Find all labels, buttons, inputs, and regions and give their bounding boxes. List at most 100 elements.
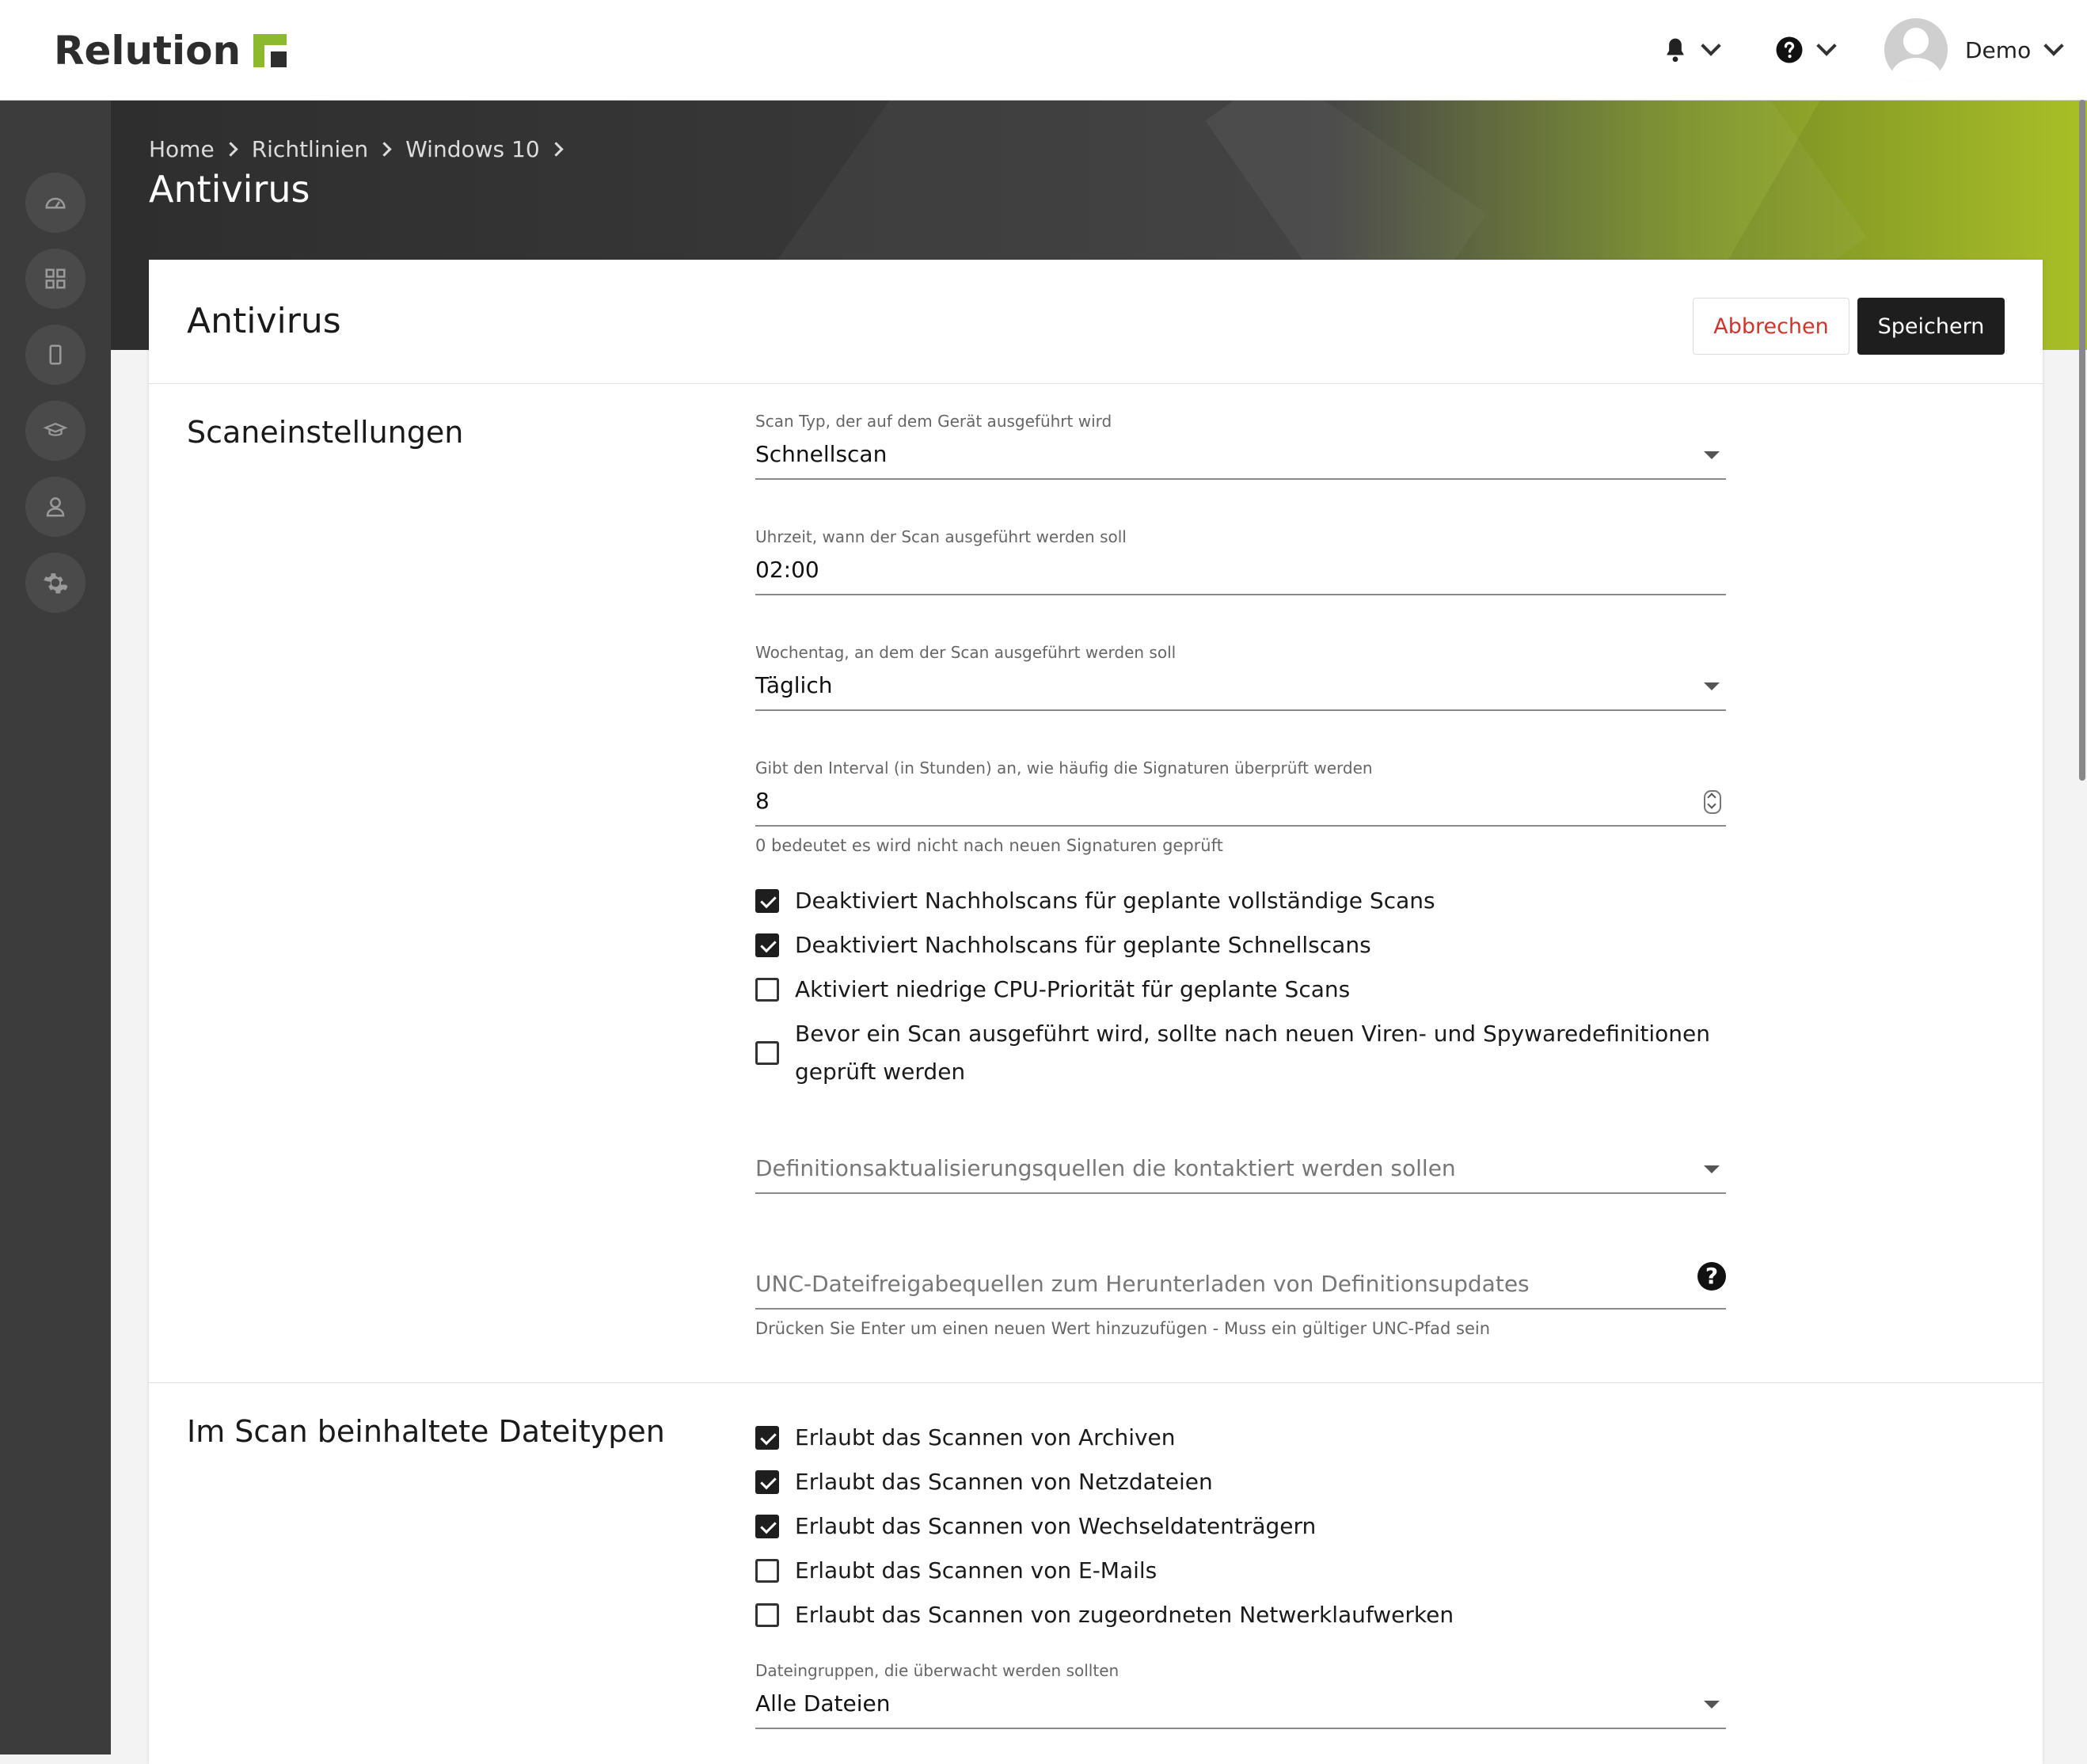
update-sources-select[interactable]: Definitionsaktualisierungsquellen die ko… [755,1145,1726,1194]
sidebar-item-devices[interactable] [25,325,86,385]
page-title: Antivirus [149,168,310,211]
update-sources-input[interactable]: Definitionsaktualisierungsquellen die ko… [755,1150,1726,1194]
username: Demo [1965,36,2032,63]
checkbox-checked-icon[interactable] [755,933,779,957]
signature-interval-value: 8 [755,788,770,814]
checkbox-unchecked-icon[interactable] [755,1041,779,1065]
app-name: Relution [54,28,241,74]
number-stepper-icon[interactable] [1704,790,1721,814]
checkbox-label: Erlaubt das Scannen von Wechseldatenträg… [795,1513,1317,1539]
breadcrumb-richtlinien[interactable]: Richtlinien [252,136,368,162]
checkbox-label: Deaktiviert Nachholscans für geplante Sc… [795,932,1371,958]
checkbox-scan-removable-drives[interactable]: Erlaubt das Scannen von Wechseldatenträg… [755,1507,1769,1545]
logo-mark-icon [253,34,287,67]
weekday-value[interactable]: Täglich [755,667,1726,711]
checkbox-label: Erlaubt das Scannen von Archiven [795,1424,1176,1450]
checkbox-scan-emails[interactable]: Erlaubt das Scannen von E-Mails [755,1552,1769,1590]
checkbox-scan-network-files[interactable]: Erlaubt das Scannen von Netzdateien [755,1463,1769,1501]
unc-sources-placeholder: UNC-Dateifreigabequellen zum Herunterlad… [755,1271,1530,1297]
bell-icon [1667,38,1684,63]
breadcrumb: Home Richtlinien Windows 10 [149,136,577,162]
user-menu[interactable]: Demo [1884,18,2064,82]
checkbox-checked-icon[interactable] [755,1426,779,1450]
chevron-down-icon [2043,36,2064,56]
page-scrollbar[interactable] [2079,100,2085,781]
chevron-right-icon [222,142,238,157]
checkbox-low-cpu-priority[interactable]: Aktiviert niedrige CPU-Priorität für gep… [755,971,1769,1009]
unc-sources-input[interactable]: UNC-Dateifreigabequellen zum Herunterlad… [755,1262,1726,1310]
checkbox-scan-mapped-network-drives[interactable]: Erlaubt das Scannen von zugeordneten Net… [755,1596,1769,1634]
card-title: Antivirus [187,301,341,341]
notifications-menu[interactable] [1663,24,1721,76]
avatar [1884,18,1948,82]
checkbox-disable-catchup-quick[interactable]: Deaktiviert Nachholscans für geplante Sc… [755,926,1769,964]
update-sources-placeholder: Definitionsaktualisierungsquellen die ko… [755,1155,1456,1181]
checkbox-scan-archives[interactable]: Erlaubt das Scannen von Archiven [755,1419,1769,1457]
unc-sources-hint: Drücken Sie Enter um einen neuen Wert hi… [755,1319,1491,1338]
scan-time-label: Uhrzeit, wann der Scan ausgeführt werden… [755,527,1127,546]
checkbox-label: Bevor ein Scan ausgeführt wird, sollte n… [795,1021,1711,1085]
sidebar-item-dashboard[interactable] [25,173,86,233]
scan-type-selected: Schnellscan [755,441,888,467]
checkbox-disable-catchup-full[interactable]: Deaktiviert Nachholscans für geplante vo… [755,882,1769,920]
breadcrumb-windows-10[interactable]: Windows 10 [405,136,540,162]
checkbox-checked-icon[interactable] [755,1470,779,1494]
dashboard-icon [45,197,66,209]
policy-form-card: Antivirus Abbrechen Speichern Scaneinste… [149,260,2043,1764]
checkbox-label: Erlaubt das Scannen von E-Mails [795,1557,1158,1583]
unc-sources-field[interactable]: UNC-Dateifreigabequellen zum Herunterlad… [755,1260,1726,1338]
checkbox-checked-icon[interactable] [755,889,779,913]
checkbox-label: Aktiviert niedrige CPU-Priorität für gep… [795,976,1351,1002]
scan-time-field[interactable]: Uhrzeit, wann der Scan ausgeführt werden… [755,527,1726,595]
signature-interval-field[interactable]: Gibt den Interval (in Stunden) an, wie h… [755,758,1726,855]
chevron-down-icon [1701,36,1721,56]
device-icon [49,344,62,365]
question-circle-icon[interactable]: ? [1697,1262,1726,1291]
cancel-button[interactable]: Abbrechen [1693,298,1849,355]
file-groups-value[interactable]: Alle Dateien [755,1685,1726,1729]
help-menu[interactable] [1775,24,1837,76]
question-circle-icon [1776,36,1803,63]
caret-down-icon [1704,1701,1720,1709]
card-header: Antivirus Abbrechen Speichern [149,260,2043,384]
file-groups-selected: Alle Dateien [755,1690,891,1716]
gear-icon [44,573,68,594]
weekday-select[interactable]: Wochentag, an dem der Scan ausgeführt we… [755,643,1726,711]
user-icon [46,497,65,517]
checkbox-check-definitions-before-scan[interactable]: Bevor ein Scan ausgeführt wird, sollte n… [755,1015,1737,1091]
weekday-label: Wochentag, an dem der Scan ausgeführt we… [755,643,1177,662]
checkbox-label: Erlaubt das Scannen von Netzdateien [795,1469,1213,1495]
checkbox-unchecked-icon[interactable] [755,978,779,1002]
caret-down-icon [1704,451,1720,459]
app-logo[interactable]: Relution [54,25,287,76]
checkbox-label: Deaktiviert Nachholscans für geplante vo… [795,888,1435,914]
file-groups-select[interactable]: Dateingruppen, die überwacht werden soll… [755,1661,1726,1729]
scan-type-select[interactable]: Scan Typ, der auf dem Gerät ausgeführt w… [755,412,1726,480]
sidebar-item-apps[interactable] [25,249,86,309]
sidebar [0,100,111,1754]
top-bar: Relution Demo [0,0,2087,101]
chevron-right-icon [377,142,392,157]
scan-type-value[interactable]: Schnellscan [755,435,1726,480]
caret-down-icon [1704,1165,1720,1173]
breadcrumb-home[interactable]: Home [149,136,215,162]
weekday-selected: Täglich [755,672,833,698]
checkbox-unchecked-icon[interactable] [755,1559,779,1583]
apps-grid-icon [45,268,66,289]
sidebar-item-education[interactable] [25,401,86,461]
checkbox-unchecked-icon[interactable] [755,1603,779,1627]
file-groups-label: Dateingruppen, die überwacht werden soll… [755,1661,1120,1680]
section-title-scan-settings: Scaneinstellungen [187,415,464,450]
checkbox-checked-icon[interactable] [755,1515,779,1538]
section-divider [149,1382,2043,1383]
caret-down-icon [1704,682,1720,690]
scan-time-input[interactable]: 02:00 [755,551,1726,595]
chevron-right-icon [548,142,564,157]
sidebar-item-users[interactable] [25,477,86,537]
save-button[interactable]: Speichern [1857,298,2005,355]
signature-interval-input[interactable]: 8 [755,782,1726,827]
signature-interval-hint: 0 bedeutet es wird nicht nach neuen Sign… [755,836,1223,855]
education-cap-icon [43,423,68,436]
sidebar-item-settings[interactable] [25,553,86,613]
chevron-down-icon [1816,36,1837,56]
